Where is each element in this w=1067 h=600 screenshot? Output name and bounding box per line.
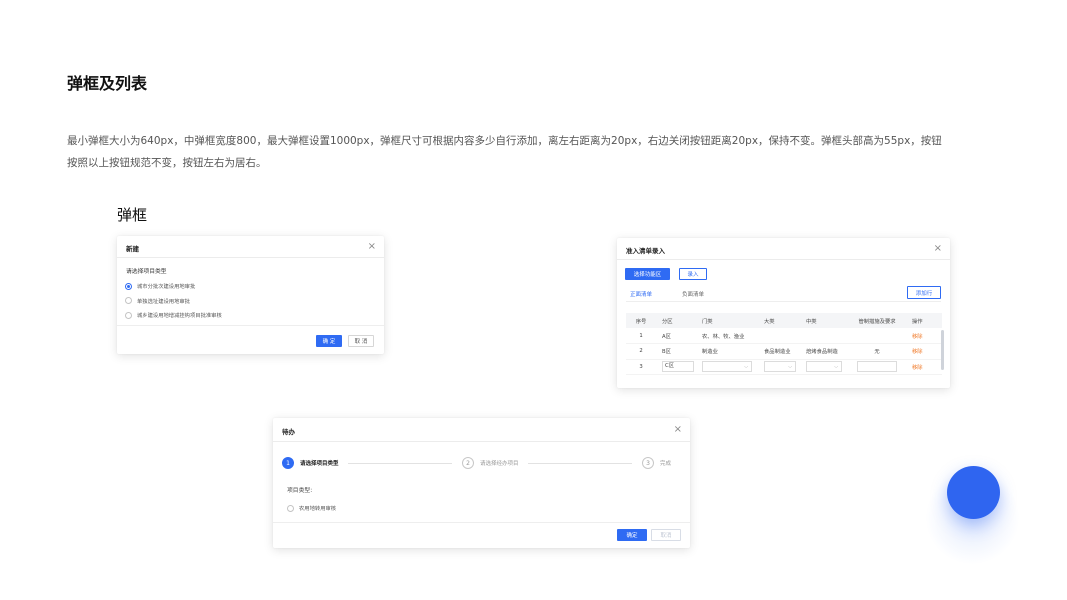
- project-type-label: 项目类型:: [287, 488, 313, 494]
- close-icon[interactable]: ×: [934, 243, 942, 255]
- zone-input[interactable]: C区: [662, 361, 694, 373]
- measure-input[interactable]: [857, 361, 897, 373]
- dialog-footer-divider: [117, 325, 384, 326]
- radio-option-label: 农用地转用审核: [299, 506, 337, 513]
- table-header-row: 序号 分区 门类 大类 中类 管制措施及要求 操作: [626, 313, 942, 328]
- cell-major: 食品制造业: [758, 343, 800, 360]
- dialog-header: 待办 ×: [273, 418, 690, 442]
- dialog-title: 准入清单录入: [626, 247, 665, 255]
- step-label: 请选择项目类型: [300, 461, 339, 467]
- remove-row-link[interactable]: 移除: [912, 349, 923, 355]
- radio-unchecked-icon[interactable]: [125, 311, 132, 319]
- column-header: 操作: [906, 313, 942, 328]
- chevron-down-icon: ⌵: [744, 363, 748, 370]
- column-header: 管制措施及要求: [848, 313, 906, 328]
- cell-no: 3: [626, 359, 656, 375]
- cell-zone: A区: [656, 328, 696, 344]
- cancel-button[interactable]: 取 消: [348, 335, 374, 347]
- dialog-header: 新建 ×: [117, 236, 384, 258]
- step-3: 3 完成: [642, 457, 671, 469]
- confirm-button[interactable]: 确 定: [316, 335, 342, 347]
- radio-option[interactable]: 农用地转用审核: [287, 501, 336, 516]
- entry-list-dialog: 准入清单录入 × 选择功能区 录入 正面清单 负面清单 添加行 序号 分区 门类…: [617, 238, 950, 388]
- select-area-button[interactable]: 选择功能区: [625, 268, 670, 280]
- cell-no: 1: [626, 328, 656, 344]
- add-row-button[interactable]: 添加行: [907, 286, 941, 299]
- step-number-icon: 1: [282, 457, 294, 469]
- page-description: 最小弹框大小为640px，中弹框宽度800，最大弹框设置1000px，弹框尺寸可…: [67, 135, 942, 169]
- cell-zone: B区: [656, 343, 696, 360]
- category-select[interactable]: ⌵: [702, 361, 752, 373]
- tabs-divider: [626, 301, 941, 302]
- chevron-down-icon: ⌵: [834, 363, 838, 370]
- section-title: 弹框: [117, 206, 148, 224]
- column-header: 门类: [696, 313, 758, 328]
- new-project-dialog: 新建 × 请选择项目类型 城市分批次建设用地审批 单独选址建设用地审批 城乡建设…: [117, 236, 384, 354]
- step-connector: [528, 463, 632, 464]
- close-icon[interactable]: ×: [368, 241, 376, 253]
- table-row: 1 A区 农、林、牧、渔业 移除: [626, 328, 942, 344]
- project-type-radio-group: 城市分批次建设用地审批 单独选址建设用地审批 城乡建设用地增减挂钩项目批准审核: [125, 279, 222, 323]
- remove-row-link[interactable]: 移除: [912, 334, 923, 340]
- radio-option-label: 单独选址建设用地审批: [137, 298, 190, 305]
- step-number-icon: 3: [642, 457, 654, 469]
- step-number-icon: 2: [462, 457, 474, 469]
- middle-select[interactable]: ⌵: [806, 361, 842, 373]
- step-label: 完成: [660, 461, 672, 467]
- radio-unchecked-icon[interactable]: [287, 504, 294, 512]
- major-select[interactable]: ⌵: [764, 361, 796, 373]
- cell-measure: [848, 328, 906, 344]
- cell-category: 农、林、牧、渔业: [696, 328, 758, 344]
- chevron-down-icon: ⌵: [788, 363, 792, 370]
- radio-option[interactable]: 城市分批次建设用地审批: [125, 279, 222, 294]
- cell-major: [758, 328, 800, 344]
- dialog-title: 待办: [282, 428, 295, 436]
- entry-button[interactable]: 录入: [679, 268, 707, 280]
- cell-no: 2: [626, 343, 656, 360]
- close-icon[interactable]: ×: [674, 424, 682, 436]
- step-1: 1 请选择项目类型: [282, 457, 339, 469]
- project-type-prompt: 请选择项目类型: [126, 269, 167, 275]
- table-row: 2 B区 制造业 食品制造业 焙烤食品制造 无 移除: [626, 343, 942, 360]
- radio-option-label: 城乡建设用地增减挂钩项目批准审核: [137, 313, 222, 320]
- table-row: 3 C区 ⌵ ⌵ ⌵ 移除: [626, 359, 942, 375]
- table-scrollbar[interactable]: [941, 330, 944, 370]
- remove-row-link[interactable]: 移除: [912, 365, 923, 371]
- radio-unchecked-icon[interactable]: [125, 297, 132, 305]
- step-2: 2 请选择经办项目: [462, 457, 519, 469]
- column-header: 分区: [656, 313, 696, 328]
- todo-dialog: 待办 × 1 请选择项目类型 2 请选择经办项目 3 完成 项目类型: 农用地转…: [273, 418, 690, 548]
- cell-category: 制造业: [696, 343, 758, 360]
- column-header: 序号: [626, 313, 656, 328]
- dialog-header: 准入清单录入 ×: [617, 238, 950, 260]
- cancel-button[interactable]: 取消: [651, 529, 681, 541]
- confirm-button[interactable]: 确定: [617, 529, 647, 541]
- page-title: 弹框及列表: [67, 74, 148, 93]
- dialog-footer-divider: [273, 522, 690, 523]
- column-header: 大类: [758, 313, 800, 328]
- radio-option[interactable]: 城乡建设用地增减挂钩项目批准审核: [125, 308, 222, 323]
- column-header: 中类: [800, 313, 848, 328]
- step-label: 请选择经办项目: [480, 461, 519, 467]
- radio-option[interactable]: 单独选址建设用地审批: [125, 294, 222, 309]
- dialog-title: 新建: [126, 245, 139, 253]
- radio-checked-icon[interactable]: [125, 282, 132, 290]
- cell-middle: 焙烤食品制造: [800, 343, 848, 360]
- step-connector: [348, 463, 452, 464]
- entry-table: 序号 分区 门类 大类 中类 管制措施及要求 操作 1 A区 农、林、牧、渔业 …: [626, 313, 942, 375]
- cell-measure: 无: [848, 343, 906, 360]
- radio-option-label: 城市分批次建设用地审批: [137, 284, 196, 291]
- cell-middle: [800, 328, 848, 344]
- floating-action-button[interactable]: [947, 466, 1000, 519]
